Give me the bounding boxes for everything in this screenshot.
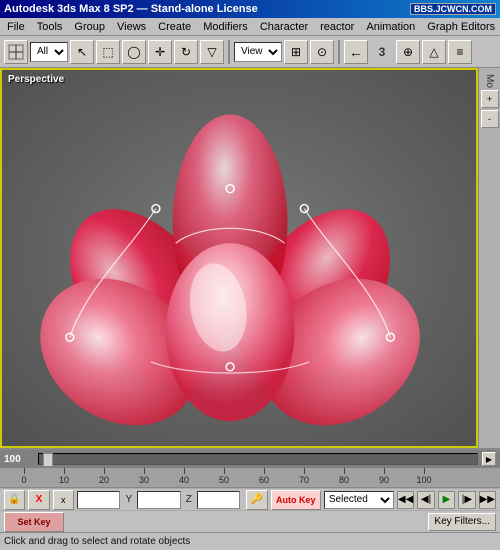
snap-btn[interactable]: ⊕ (396, 40, 420, 64)
view-select[interactable]: View (234, 42, 282, 62)
angle-snap-btn[interactable]: △ (422, 40, 446, 64)
menu-item-group[interactable]: Group (69, 20, 110, 34)
status-text: Click and drag to select and rotate obje… (4, 536, 496, 547)
coordinate-row: 🔒 X x Y Z 🔑 Auto Key Selected ◀◀ ◀| ▶ |▶… (0, 488, 500, 510)
y-coord-input[interactable] (137, 491, 181, 509)
play-btn[interactable]: ▶ (438, 491, 455, 509)
menu-item-graph editors[interactable]: Graph Editors (422, 20, 500, 34)
separator-1 (228, 40, 230, 64)
x-lock-btn[interactable]: x (53, 490, 74, 510)
y-label: Y (123, 494, 134, 505)
right-panel: Mo + - (478, 68, 500, 448)
set-key-row: Set Key Key Filters... (0, 510, 500, 532)
ruler: 0102030405060708090100 (0, 468, 500, 488)
move-btn[interactable]: ✛ (148, 40, 172, 64)
viewport-svg (2, 70, 476, 446)
next-frame-btn[interactable]: ▶▶ (479, 491, 496, 509)
step-fwd-btn[interactable]: |▶ (458, 491, 475, 509)
menu-bar: FileToolsGroupViewsCreateModifiersCharac… (0, 18, 500, 36)
ruler-tick: 30 (124, 468, 164, 485)
separator-2 (338, 40, 340, 64)
step-back-btn[interactable]: ◀| (417, 491, 434, 509)
ruler-tick: 80 (324, 468, 364, 485)
menu-item-create[interactable]: Create (153, 20, 196, 34)
set-key-btn[interactable]: Set Key (4, 512, 64, 532)
track-slider[interactable] (38, 453, 478, 465)
menu-item-views[interactable]: Views (112, 20, 151, 34)
auto-key-btn[interactable]: Auto Key (271, 490, 321, 510)
status-bar: Click and drag to select and rotate obje… (0, 532, 500, 550)
x-axis-btn[interactable]: X (28, 490, 49, 510)
filter-select[interactable]: All (30, 42, 68, 62)
x-coord-input[interactable] (77, 491, 121, 509)
pivot-btn[interactable]: ⊙ (310, 40, 334, 64)
prev-frame-btn[interactable]: ◀◀ (397, 491, 414, 509)
toolbar: All ↖ ⬚ ◯ ✛ ↻ ▽ View ⊞ ⊙ ← 3 ⊕ △ ≡ (0, 36, 500, 68)
toolbar-icon-1[interactable] (4, 40, 28, 64)
menu-item-tools[interactable]: Tools (32, 20, 68, 34)
right-panel-label: Mo (484, 74, 495, 88)
num-3-badge: 3 (370, 40, 394, 64)
viewport[interactable]: Perspective (0, 68, 478, 448)
ref-coord-btn[interactable]: ⊞ (284, 40, 308, 64)
menu-item-modifiers[interactable]: Modifiers (198, 20, 253, 34)
ruler-tick: 0 (4, 468, 44, 485)
scale-btn[interactable]: ▽ (200, 40, 224, 64)
selected-select[interactable]: Selected (324, 491, 394, 509)
z-label: Z (184, 494, 194, 505)
menu-item-file[interactable]: File (2, 20, 30, 34)
lasso-btn[interactable]: ◯ (122, 40, 146, 64)
viewport-label: Perspective (8, 74, 64, 85)
timeline-area: 100 ▶ 0102030405060708090100 🔒 X x Y Z 🔑… (0, 448, 500, 532)
track-bar: 100 ▶ (0, 450, 500, 468)
ruler-tick: 10 (44, 468, 84, 485)
rp-btn-2[interactable]: - (481, 110, 499, 128)
select-tool-btn[interactable]: ↖ (70, 40, 94, 64)
main-area: Perspective (0, 68, 500, 448)
ruler-tick: 40 (164, 468, 204, 485)
track-slider-thumb[interactable] (43, 453, 53, 467)
ruler-tick: 60 (244, 468, 284, 485)
ruler-tick: 70 (284, 468, 324, 485)
menu-item-character[interactable]: Character (255, 20, 313, 34)
bbs-badge: BBS.JCWCN.COM (410, 3, 496, 15)
key-icon-btn[interactable]: 🔑 (246, 490, 267, 510)
ruler-tick: 50 (204, 468, 244, 485)
rotate-btn[interactable]: ↻ (174, 40, 198, 64)
key-filters-btn[interactable]: Key Filters... (428, 513, 496, 531)
ruler-tick: 20 (84, 468, 124, 485)
select-region-btn[interactable]: ⬚ (96, 40, 120, 64)
track-end-btn[interactable]: ▶ (482, 452, 496, 466)
title-text: Autodesk 3ds Max 8 SP2 — Stand-alone Lic… (4, 3, 410, 15)
title-bar: Autodesk 3ds Max 8 SP2 — Stand-alone Lic… (0, 0, 500, 18)
menu-item-reactor[interactable]: reactor (315, 20, 359, 34)
undo-btn[interactable]: ← (344, 40, 368, 64)
rp-btn-1[interactable]: + (481, 90, 499, 108)
lock-btn[interactable]: 🔒 (4, 490, 25, 510)
menu-item-animation[interactable]: Animation (361, 20, 420, 34)
ruler-tick: 90 (364, 468, 404, 485)
named-sel-btn[interactable]: ≡ (448, 40, 472, 64)
track-number: 100 (4, 454, 34, 465)
z-coord-input[interactable] (197, 491, 241, 509)
ruler-tick: 100 (404, 468, 444, 485)
